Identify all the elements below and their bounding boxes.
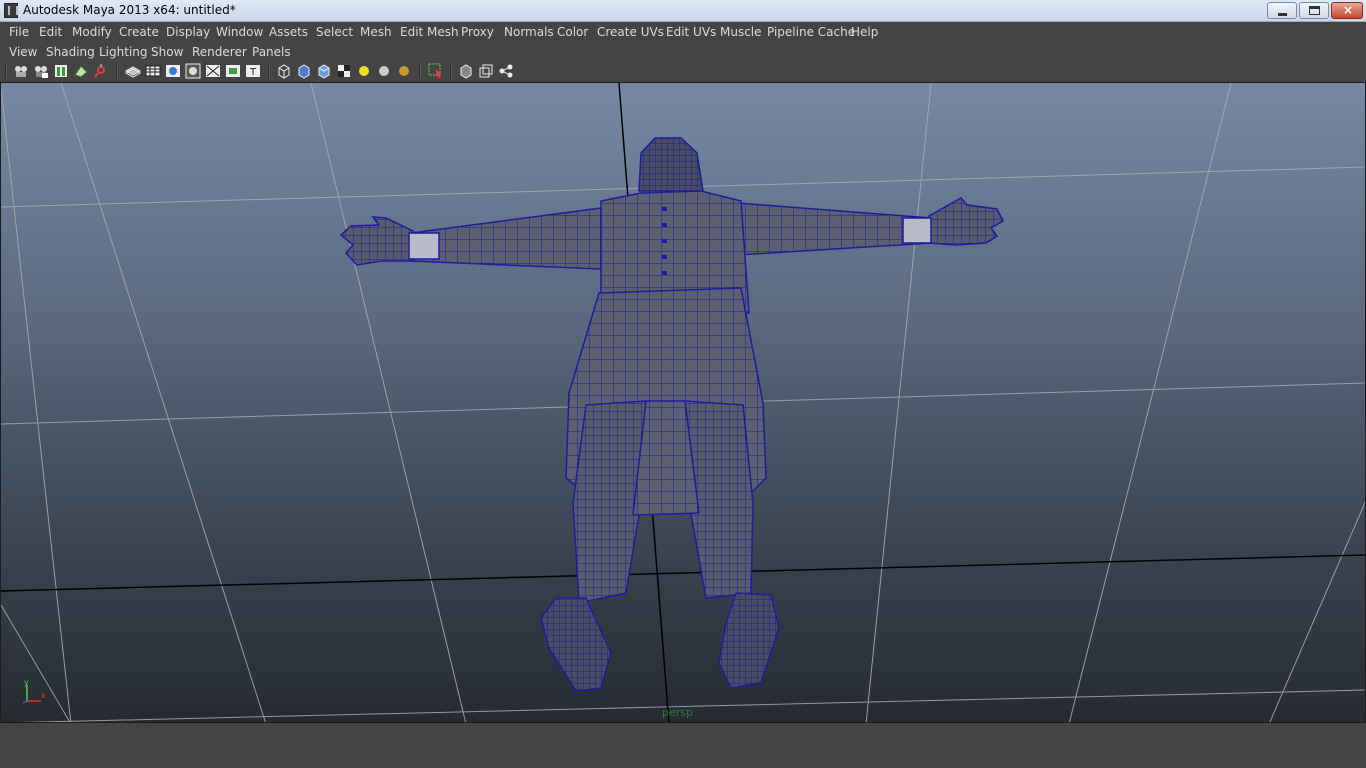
maximize-button[interactable] xyxy=(1299,2,1329,19)
panel-menu-lighting[interactable]: Lighting xyxy=(99,45,148,59)
menu-edit-mesh[interactable]: Edit Mesh xyxy=(400,25,459,39)
menu-modify[interactable]: Modify xyxy=(72,25,112,39)
right-cuff xyxy=(902,217,932,244)
grease-pencil-icon[interactable] xyxy=(125,63,141,79)
minimize-icon xyxy=(1278,13,1287,16)
gate-mask-icon[interactable] xyxy=(205,63,221,79)
toolbar-separator xyxy=(5,65,7,78)
image-plane-icon[interactable] xyxy=(73,63,89,79)
menu-display[interactable]: Display xyxy=(166,25,210,39)
panel-menu-show[interactable]: Show xyxy=(151,45,183,59)
menu-proxy[interactable]: Proxy xyxy=(461,25,494,39)
menu-assets[interactable]: Assets xyxy=(269,25,308,39)
axis-y-label: y xyxy=(24,679,29,687)
textured-icon[interactable] xyxy=(336,63,352,79)
select-camera-icon[interactable] xyxy=(13,63,29,79)
2d-pan-zoom-icon[interactable] xyxy=(93,63,109,79)
menu-window[interactable]: Window xyxy=(216,25,263,39)
bookmark-icon[interactable] xyxy=(53,63,69,79)
grid-icon[interactable] xyxy=(145,63,161,79)
minimize-button[interactable] xyxy=(1267,2,1297,19)
toolbar-separator xyxy=(268,65,270,78)
panel-menu-bar: View Shading Lighting Show Renderer Pane… xyxy=(0,42,1366,61)
main-menu-bar: File Edit Modify Create Display Window A… xyxy=(0,22,1366,42)
xray-icon[interactable] xyxy=(458,63,474,79)
close-button[interactable]: × xyxy=(1331,2,1363,19)
right-hand-mesh xyxy=(928,197,1004,246)
perspective-viewport[interactable]: y x persp xyxy=(0,82,1366,723)
xray-components-icon[interactable] xyxy=(498,63,514,79)
maximize-icon xyxy=(1309,6,1320,15)
camera-name-label: persp xyxy=(662,706,693,719)
axis-z-line xyxy=(22,700,28,704)
field-chart-icon[interactable] xyxy=(225,63,241,79)
head-mesh xyxy=(638,137,704,192)
right-shoe-mesh xyxy=(718,592,780,689)
camera-attributes-icon[interactable] xyxy=(33,63,49,79)
menu-create[interactable]: Create xyxy=(119,25,159,39)
view-axis-gizmo: y x xyxy=(19,678,49,705)
panel-menu-shading[interactable]: Shading xyxy=(46,45,95,59)
close-icon: × xyxy=(1343,3,1354,17)
menu-normals[interactable]: Normals xyxy=(504,25,554,39)
panel-menu-panels[interactable]: Panels xyxy=(252,45,291,59)
toolbar-separator xyxy=(116,65,118,78)
menu-pipeline-cache[interactable]: Pipeline Cache xyxy=(767,25,855,39)
menu-select[interactable]: Select xyxy=(316,25,353,39)
ambient-occlusion-icon[interactable] xyxy=(396,63,412,79)
toolbar-separator xyxy=(419,65,421,78)
left-hand-mesh xyxy=(339,216,414,266)
smooth-shade-icon[interactable] xyxy=(296,63,312,79)
title-bar: Autodesk Maya 2013 x64: untitled* × xyxy=(0,0,1366,22)
film-gate-icon[interactable] xyxy=(165,63,181,79)
left-cuff xyxy=(408,232,440,260)
right-arm-mesh xyxy=(736,202,932,256)
maya-app-icon[interactable] xyxy=(4,3,18,18)
toolbar-separator xyxy=(450,65,452,78)
xray-joints-icon[interactable] xyxy=(478,63,494,79)
bottom-panel xyxy=(0,723,1366,768)
left-shoe-mesh xyxy=(540,597,612,692)
wireframe-icon[interactable] xyxy=(276,63,292,79)
menu-help[interactable]: Help xyxy=(851,25,878,39)
menu-edit-uvs[interactable]: Edit UVs xyxy=(666,25,716,39)
menu-muscle[interactable]: Muscle xyxy=(720,25,762,39)
panel-toolbar: T xyxy=(0,61,1366,81)
wireframe-on-shaded-icon[interactable] xyxy=(316,63,332,79)
resolution-gate-icon[interactable] xyxy=(185,63,201,79)
shadows-icon[interactable] xyxy=(376,63,392,79)
menu-mesh[interactable]: Mesh xyxy=(360,25,392,39)
character-mesh xyxy=(339,137,1004,692)
viewport-scene xyxy=(1,83,1365,722)
menu-edit[interactable]: Edit xyxy=(39,25,62,39)
isolate-select-icon[interactable] xyxy=(428,63,444,79)
menu-create-uvs[interactable]: Create UVs xyxy=(597,25,664,39)
svg-text:T: T xyxy=(249,67,257,78)
use-all-lights-icon[interactable] xyxy=(356,63,372,79)
panel-menu-view[interactable]: View xyxy=(9,45,37,59)
menu-file[interactable]: File xyxy=(9,25,29,39)
window-title: Autodesk Maya 2013 x64: untitled* xyxy=(23,3,236,17)
safe-title-icon[interactable]: T xyxy=(245,63,261,79)
panel-menu-renderer[interactable]: Renderer xyxy=(192,45,247,59)
menu-color[interactable]: Color xyxy=(557,25,588,39)
axis-x-label: x xyxy=(41,691,46,700)
